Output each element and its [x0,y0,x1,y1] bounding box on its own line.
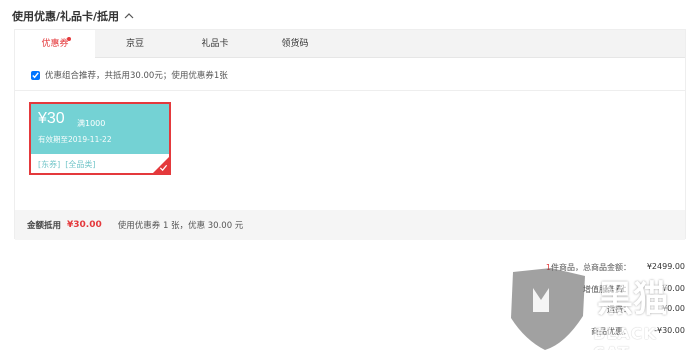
divider [15,90,685,91]
service-fee-label: 增值服务费： [583,285,631,294]
tab-giftcard-label: 礼品卡 [201,39,229,49]
combo-recommend-checkbox[interactable] [31,70,40,80]
total-row-items: 1件商品，总商品金额： ¥2499.00 [546,262,685,273]
tab-giftcard[interactable]: 礼品卡 [175,30,255,58]
coupon-tag: [东券] [38,160,61,169]
check-icon [159,164,168,172]
chevron-up-icon[interactable] [123,10,135,22]
shipping-label: 运费： [607,305,631,314]
section-title-text: 使用优惠/礼品卡/抵用 [12,10,120,23]
total-row-discount: 商品优惠： -¥30.00 [591,326,685,337]
tab-pickup-code-label: 领货码 [281,39,309,49]
coupon-card[interactable]: ¥30 满1000 有效期至2019-11-22 [东券] [全品类] [29,102,171,175]
tab-coupons[interactable]: 优惠券 [15,30,95,59]
discount-summary: 金额抵用 ¥30.00 使用优惠券 1 张，优惠 30.00 元 [15,210,685,240]
tab-jingdou-label: 京豆 [125,39,144,49]
summary-label: 金额抵用 [27,221,62,231]
summary-description: 使用优惠券 1 张，优惠 30.00 元 [117,221,244,231]
summary-amount: ¥30.00 [67,220,102,230]
combo-recommend-row[interactable]: 优惠组合推荐，共抵用30.00元；使用优惠券1张 [31,69,228,81]
coupon-amount: ¥30 [38,110,65,127]
total-value: ¥2499.00 [646,262,685,271]
cat-shield-icon [511,268,585,350]
total-row-service: 增值服务费： ¥0.00 [583,284,685,295]
coupon-card-header: ¥30 满1000 有效期至2019-11-22 [31,104,169,154]
total-row-shipping: 运费： ¥0.00 [607,304,685,315]
discount-value: -¥30.00 [654,326,685,335]
tab-jingdou[interactable]: 京豆 [95,30,175,58]
total-label: 件商品，总商品金额： [551,263,631,272]
tab-coupons-label: 优惠券 [41,39,69,49]
coupon-panel: 优惠券 京豆 礼品卡 领货码 优惠组合推荐，共抵用30.00元；使用优惠券1张 … [14,29,686,240]
coupon-condition: 满1000 [77,119,106,128]
section-title[interactable]: 使用优惠/礼品卡/抵用 [12,8,135,24]
coupon-tag: [全品类] [65,160,96,169]
shipping-value: ¥0.00 [662,304,685,313]
combo-recommend-label: 优惠组合推荐，共抵用30.00元；使用优惠券1张 [45,71,228,81]
service-fee-value: ¥0.00 [662,284,685,293]
coupon-expiry: 有效期至2019-11-22 [38,135,112,144]
new-dot-icon [67,37,71,41]
coupon-tags: [东券] [全品类] [38,159,96,170]
discount-label: 商品优惠： [591,327,631,336]
tab-pickup-code[interactable]: 领货码 [255,30,335,58]
tab-bar: 优惠券 京豆 礼品卡 领货码 [15,30,685,59]
